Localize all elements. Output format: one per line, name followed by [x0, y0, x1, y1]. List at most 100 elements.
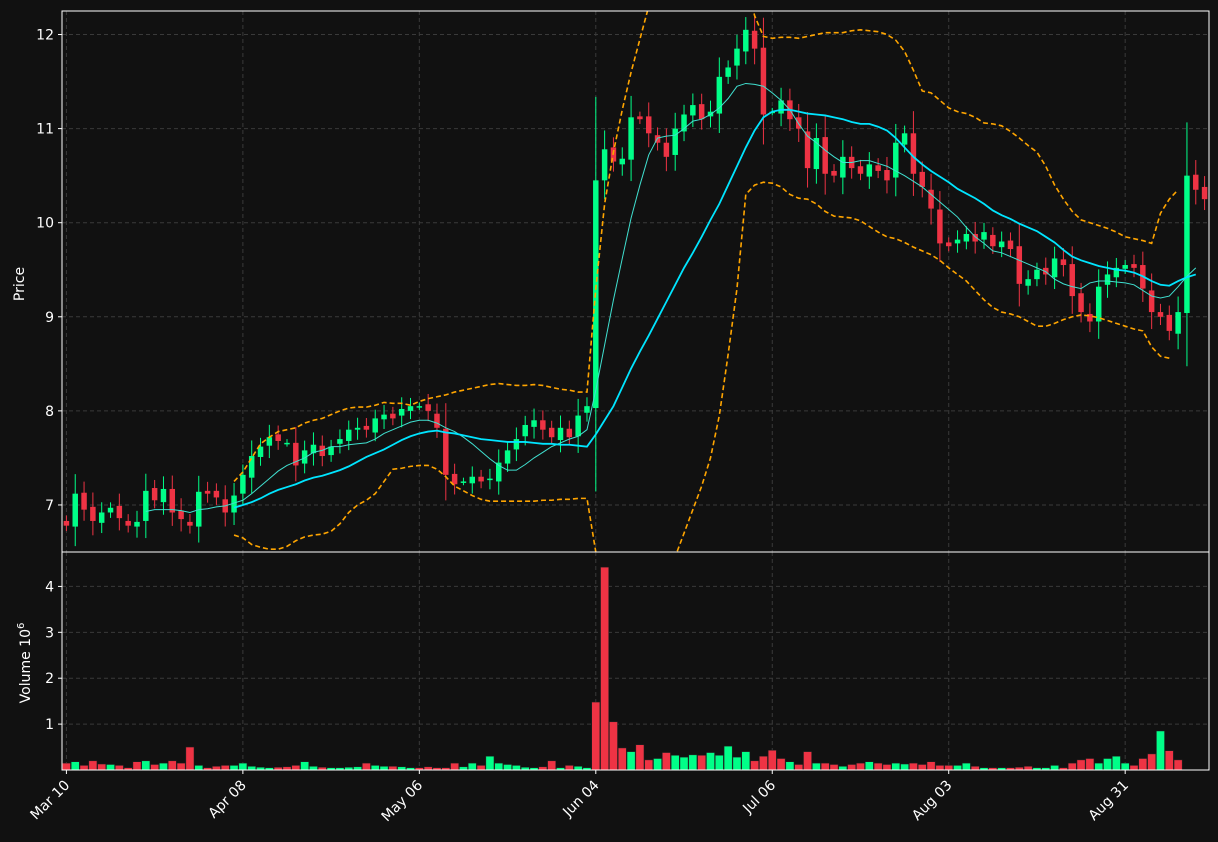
candle-body — [398, 408, 405, 416]
volume-bar — [803, 751, 812, 771]
candle-body — [1148, 290, 1155, 313]
candle-body — [460, 481, 467, 483]
candle-body — [998, 241, 1005, 248]
volume-bar — [723, 745, 733, 771]
candle-body — [1157, 312, 1164, 317]
volume-bar — [1147, 753, 1156, 771]
volume-bar — [229, 765, 239, 771]
volume-bar — [79, 765, 89, 771]
candle-body — [663, 142, 670, 157]
volume-bar — [485, 755, 495, 771]
candle-body — [160, 488, 167, 503]
candle-body — [751, 30, 758, 49]
candle-body — [478, 476, 484, 482]
volume-bar — [679, 756, 689, 771]
volume-bar — [697, 755, 706, 771]
volume-bar — [873, 762, 883, 771]
candle-body — [1166, 314, 1173, 331]
candle-body — [601, 149, 608, 181]
volume-bar — [591, 701, 601, 771]
volume-bar — [176, 762, 186, 771]
price-axis-label: Price — [12, 267, 28, 301]
volume-bar — [917, 764, 927, 771]
candle-body — [981, 232, 987, 240]
candle-body — [1078, 293, 1084, 313]
candle-body — [346, 429, 352, 441]
candle-body — [557, 427, 564, 441]
candle-body — [72, 493, 78, 527]
volume-bar — [750, 760, 759, 771]
candle-body — [1104, 274, 1111, 285]
volume-bar — [706, 752, 715, 771]
candle-body — [372, 418, 378, 433]
volume-bar — [1173, 759, 1183, 771]
candle-body — [169, 488, 176, 513]
candle-body — [954, 239, 961, 244]
volume-bar — [450, 762, 459, 771]
volume-bar — [741, 751, 751, 771]
volume-bar — [106, 764, 115, 771]
volume-bar — [794, 764, 804, 771]
candle-body — [575, 415, 581, 437]
volume-bar — [1094, 762, 1104, 771]
volume-tick-label: 2 — [45, 671, 54, 687]
candle-body — [1175, 312, 1181, 334]
volume-bar — [238, 762, 248, 771]
volume-bar — [512, 765, 521, 771]
volume-tick-label: 4 — [45, 579, 54, 595]
volume-bar — [891, 762, 901, 771]
candle-body — [178, 510, 184, 520]
volume-bar — [1076, 759, 1086, 771]
volume-bar — [935, 765, 945, 771]
volume-bar — [653, 758, 662, 771]
price-tick-label: 10 — [36, 216, 54, 232]
volume-bar — [1050, 765, 1059, 771]
volume-bar — [503, 764, 512, 771]
chart-background — [0, 0, 1218, 842]
candle-body — [266, 437, 273, 446]
volume-bar — [300, 761, 309, 771]
candle-body — [451, 473, 458, 485]
candle-body — [937, 209, 943, 244]
candle-body — [63, 520, 70, 526]
candle-body — [337, 439, 343, 444]
candle-body — [443, 428, 449, 475]
candle-body — [513, 439, 520, 450]
volume-bar — [362, 762, 371, 771]
candle-body — [275, 434, 281, 441]
candle-body — [990, 234, 996, 247]
candle-body — [187, 521, 193, 526]
volume-bar — [953, 765, 962, 771]
candle-body — [884, 170, 890, 181]
candle-body — [1025, 279, 1031, 286]
volume-bar — [909, 762, 918, 771]
volume-bar — [573, 766, 583, 771]
volume-bar — [150, 764, 159, 771]
candle-body — [840, 156, 846, 178]
candle-body — [531, 420, 537, 427]
candle-body — [381, 414, 387, 420]
volume-bar — [1129, 765, 1139, 771]
volume-bar — [644, 759, 654, 771]
volume-bar — [70, 761, 80, 771]
volume-bar — [662, 752, 671, 771]
candlestick-volume-chart: 7891011121234Mar 10 Apr 08 May 06 Jun 04 Jul… — [0, 0, 1218, 842]
candle-body — [1201, 186, 1208, 200]
candle-body — [619, 158, 626, 165]
candle-body — [90, 506, 96, 521]
candle-body — [98, 512, 105, 523]
candle-body — [522, 424, 528, 437]
candle-body — [822, 137, 828, 174]
volume-bar — [1023, 766, 1033, 771]
candle-body — [919, 171, 925, 187]
price-tick-label: 12 — [36, 28, 54, 44]
volume-bar — [820, 762, 830, 771]
volume-bar — [944, 765, 954, 771]
volume-bar — [97, 763, 107, 771]
volume-bar — [1103, 758, 1112, 771]
candle-body — [134, 521, 140, 527]
volume-bar — [547, 760, 556, 771]
volume-axis-label: Volume 106 — [16, 623, 34, 704]
candle-body — [469, 476, 476, 484]
candle-body — [901, 133, 908, 145]
